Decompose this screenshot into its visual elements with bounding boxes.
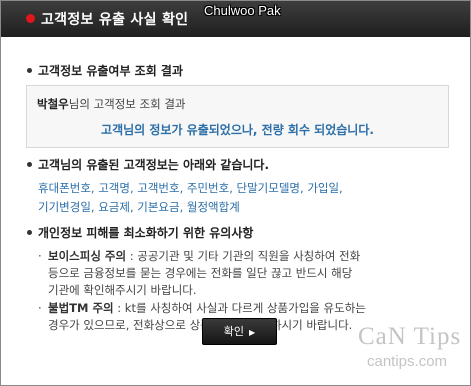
section-precautions-heading: 개인정보 피해를 최소화하기 위한 유의사항 [27, 224, 253, 241]
bullet-icon [27, 230, 32, 235]
voice-phishing-label: 보이스피싱 주의 [48, 249, 127, 263]
lookup-result-message: 고객님의 정보가 유출되었으나, 전량 회수 되었습니다. [101, 123, 374, 137]
result-title-suffix: 님의 고객정보 조회 결과 [68, 97, 186, 111]
overlay-name-text: Chulwoo Pak [204, 3, 281, 18]
bullet-icon [27, 162, 32, 167]
leaked-info-line: 기기변경일, 요금제, 기본요금, 월정액합계 [38, 200, 240, 214]
dialog-window: 고객정보 유출 사실 확인 Chulwoo Pak 고객정보 유출여부 조회 결… [0, 0, 471, 386]
watermark-site: cantips.com [367, 353, 448, 370]
lookup-result-title: 박철우님의 고객정보 조회 결과 [37, 96, 186, 112]
illegal-tm-label: 불법TM 주의 [48, 301, 114, 315]
section-leaked-info-heading: 고객님의 유출된 고객정보는 아래와 같습니다. [27, 156, 269, 173]
bullet-icon [27, 68, 32, 73]
section-lookup-heading: 고객정보 유출여부 조회 결과 [27, 62, 183, 79]
chevron-right-icon: ▶ [249, 328, 256, 337]
lookup-result-box: 박철우님의 고객정보 조회 결과 고객님의 정보가 유출되었으나, 전량 회수 … [26, 85, 449, 148]
leaked-info-line: 휴대폰번호, 고객명, 고객번호, 주민번호, 단말기모델명, 가입일, [38, 181, 343, 195]
red-dot-icon [26, 14, 35, 23]
watermark-brand: CaN Tips [358, 323, 462, 350]
dialog-title: 고객정보 유출 사실 확인 [41, 12, 189, 28]
voice-phishing-notice: · 보이스피싱 주의 : 공공기관 및 기타 기관의 직원을 사칭하여 전화 등으… [38, 249, 361, 297]
user-name: 박철우 [37, 97, 69, 111]
confirm-button-label: 확인 [223, 325, 245, 338]
title-bar: 고객정보 유출 사실 확인 Chulwoo Pak [1, 1, 470, 37]
leaked-info-list: 휴대폰번호, 고객명, 고객번호, 주민번호, 단말기모델명, 가입일, 기기변… [38, 179, 438, 217]
confirm-button[interactable]: 확인 ▶ [202, 318, 277, 345]
